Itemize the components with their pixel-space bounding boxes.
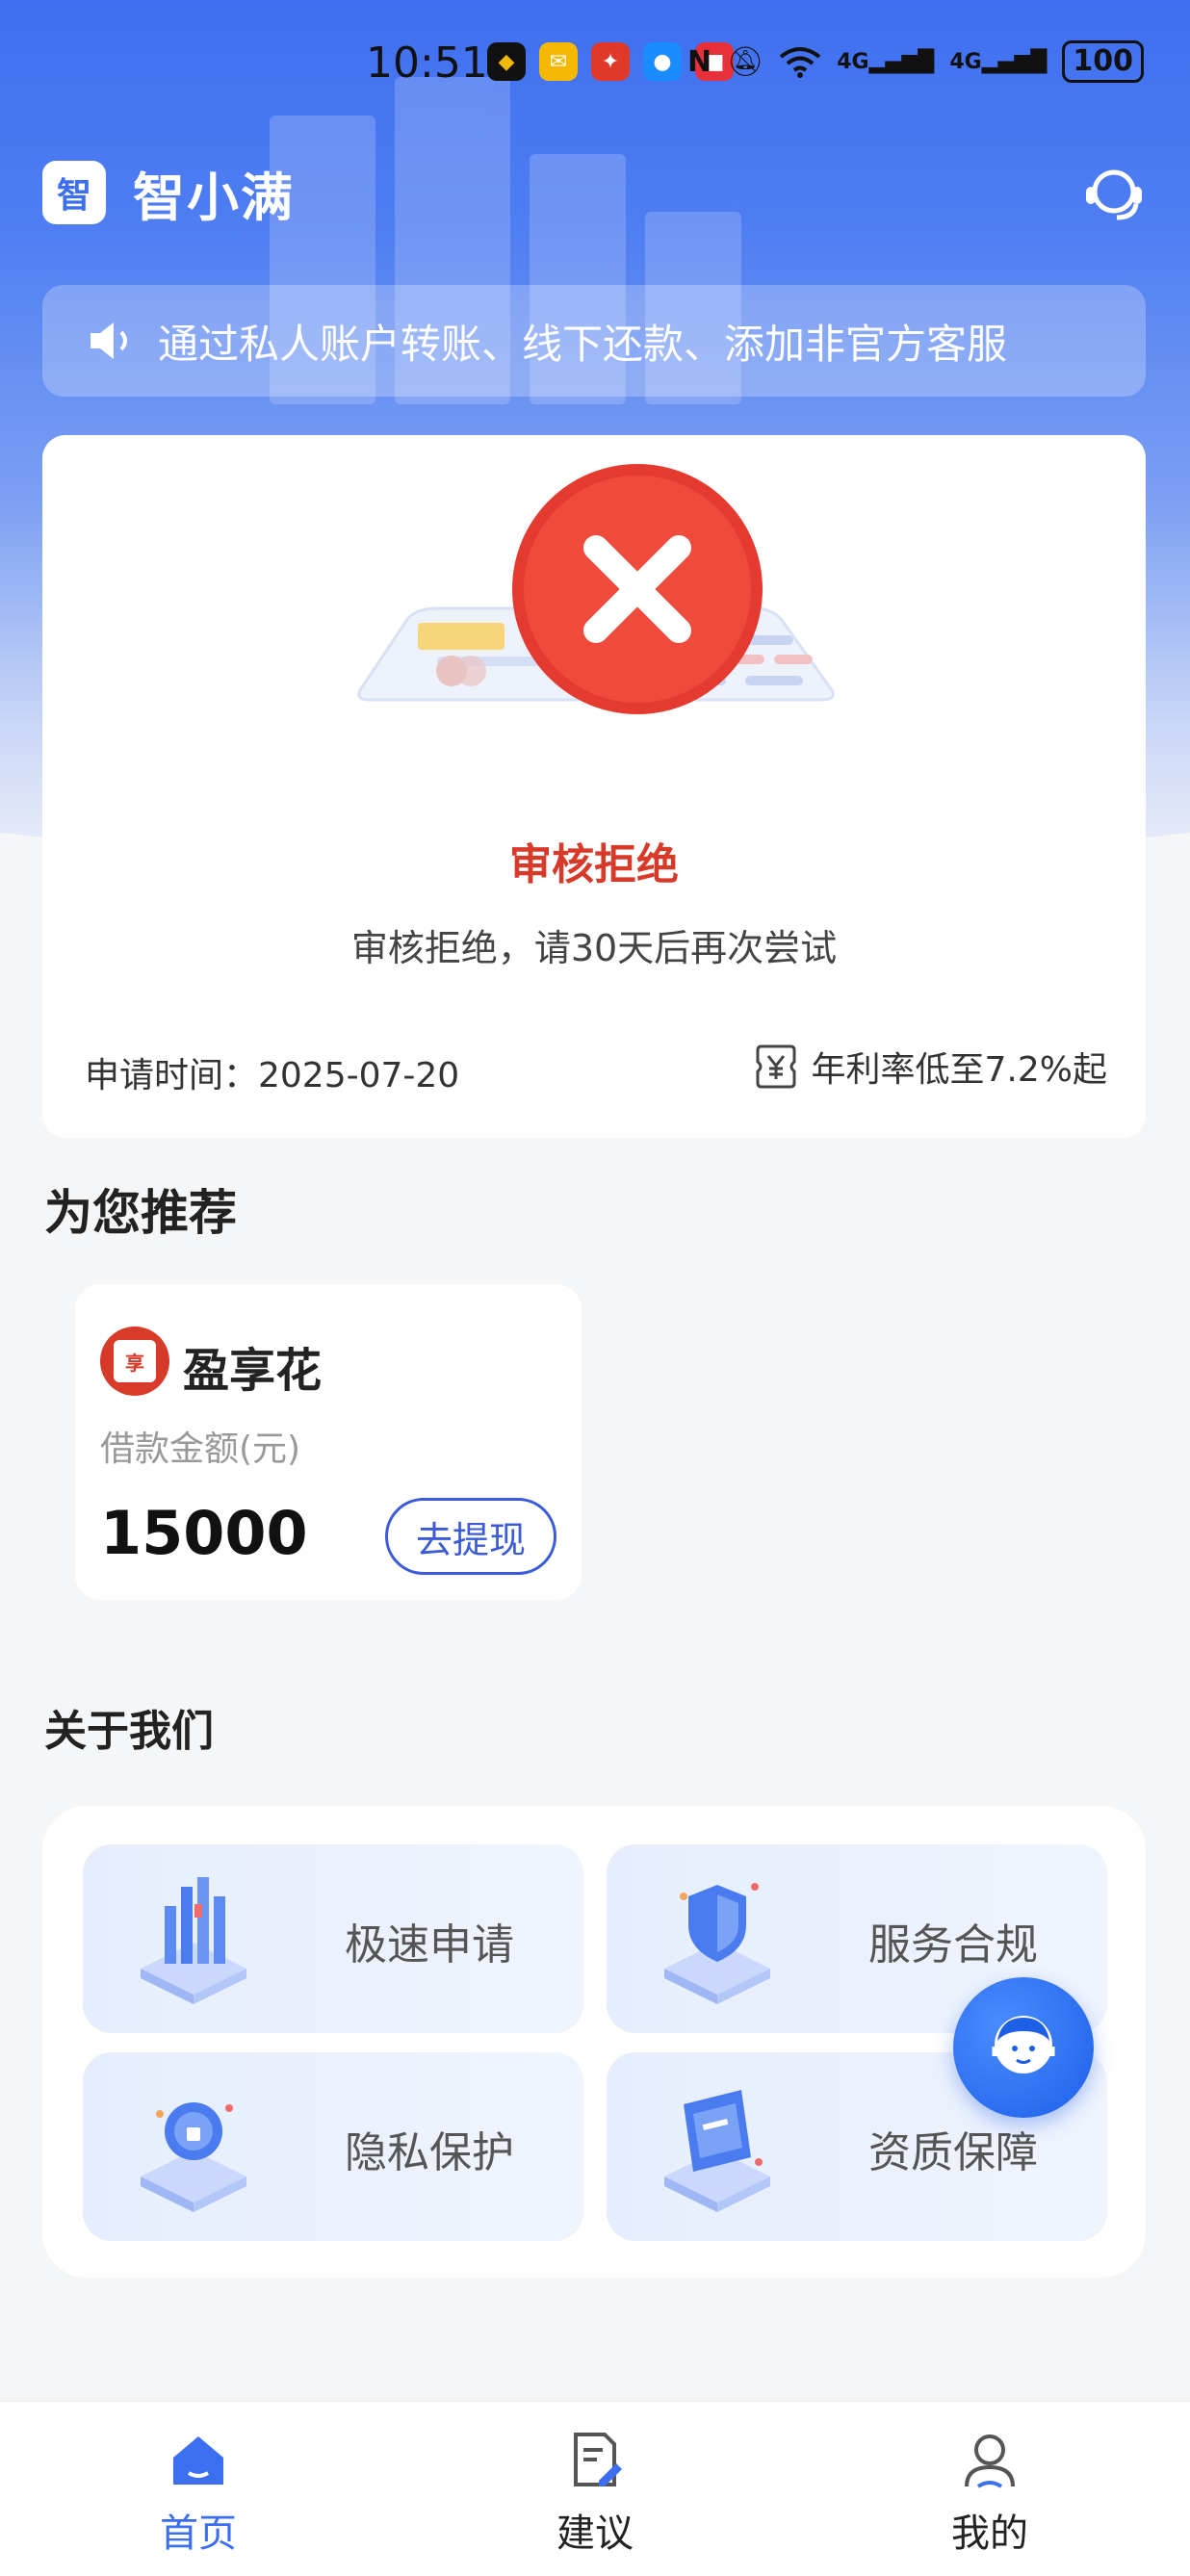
about-item-label: 极速申请 (345, 1920, 514, 1970)
floating-customer-service-button[interactable] (953, 1977, 1094, 2118)
tab-profile[interactable]: 我的 (893, 2429, 1086, 2558)
about-item-label: 服务合规 (868, 1920, 1038, 1970)
tab-label: 建议 (556, 2512, 634, 2556)
browser-app-icon: ● (643, 42, 682, 81)
recommend-product-card[interactable]: 享 盈享花 借款金额(元) 15000 去提现 (75, 1284, 582, 1600)
status-bar: 10:51 ◆ ✉ ✦ ● ■ N 🔕︎ 4G▂▄▆█ 4G▂▄▆█ 100 (0, 0, 1190, 131)
battery-indicator: 100 (1062, 40, 1144, 83)
tab-label: 首页 (160, 2512, 237, 2556)
about-item-label: 资质保障 (868, 2128, 1038, 2177)
tab-label: 我的 (951, 2512, 1028, 2556)
about-item-privacy[interactable]: 隐私保护 (83, 2052, 583, 2241)
binance-app-icon: ◆ (487, 42, 526, 81)
signal-4g-icon-1: 4G▂▄▆█ (837, 49, 935, 74)
about-section-title: 关于我们 (44, 1707, 214, 1756)
review-status-description: 审核拒绝，请30天后再次尝试 (350, 927, 838, 969)
app-header: 智 智小满 (42, 158, 295, 228)
notice-text: 通过私人账户转账、线下还款、添加非官方客服 (158, 320, 1008, 368)
home-icon (173, 2436, 223, 2485)
tab-home[interactable]: 首页 (102, 2429, 295, 2558)
app-title: 智小满 (133, 167, 295, 228)
app-logo: 智 (42, 161, 106, 224)
apply-time: 申请时间：2025-07-20 (85, 1056, 460, 1095)
mail-app-icon: ✉ (539, 42, 578, 81)
nfc-icon: N (687, 44, 712, 79)
notice-bar[interactable]: 通过私人账户转账、线下还款、添加非官方客服 (42, 285, 1146, 397)
compliance-shield-icon (664, 1883, 770, 2004)
product-logo: 享 (100, 1327, 169, 1396)
profile-icon (965, 2434, 1015, 2488)
annual-rate-info: 年利率低至7.2%起 (754, 1042, 1107, 1092)
agent-avatar-icon (992, 2016, 1055, 2074)
product-name: 盈享花 (183, 1344, 323, 1398)
annual-rate-text: 年利率低至7.2%起 (811, 1050, 1107, 1090)
fast-apply-icon (141, 1877, 246, 2004)
feedback-icon (574, 2433, 622, 2486)
wifi-icon (780, 47, 821, 78)
privacy-lock-icon (141, 2102, 246, 2212)
qualification-certificate-icon (664, 2090, 770, 2212)
tab-feedback[interactable]: 建议 (499, 2429, 691, 2558)
about-item-label: 隐私保护 (345, 2128, 514, 2177)
loan-amount-value: 15000 (100, 1498, 308, 1568)
review-status-title: 审核拒绝 (509, 840, 679, 889)
signal-4g-icon-2: 4G▂▄▆█ (949, 49, 1048, 74)
mute-icon: 🔕︎ (727, 44, 764, 79)
loan-amount-label: 借款金额(元) (100, 1430, 301, 1469)
withdraw-button[interactable]: 去提现 (385, 1498, 556, 1575)
status-right-icons: N 🔕︎ 4G▂▄▆█ 4G▂▄▆█ 100 (687, 40, 1144, 83)
status-time: 10:51 (366, 39, 488, 88)
review-status-card: 审核拒绝 审核拒绝，请30天后再次尝试 申请时间：2025-07-20 年利率低… (42, 435, 1146, 1138)
about-item-fast-apply[interactable]: 极速申请 (83, 1844, 583, 2033)
speaker-icon (91, 322, 127, 359)
customer-service-headset-icon[interactable] (1080, 160, 1148, 227)
rejected-card-illustration (357, 464, 835, 714)
gift-app-icon: ✦ (591, 42, 630, 81)
recommend-section-title: 为您推荐 (44, 1185, 237, 1241)
rate-coupon-icon (756, 1044, 796, 1089)
bottom-tab-bar: 首页 建议 我的 (0, 2401, 1190, 2576)
